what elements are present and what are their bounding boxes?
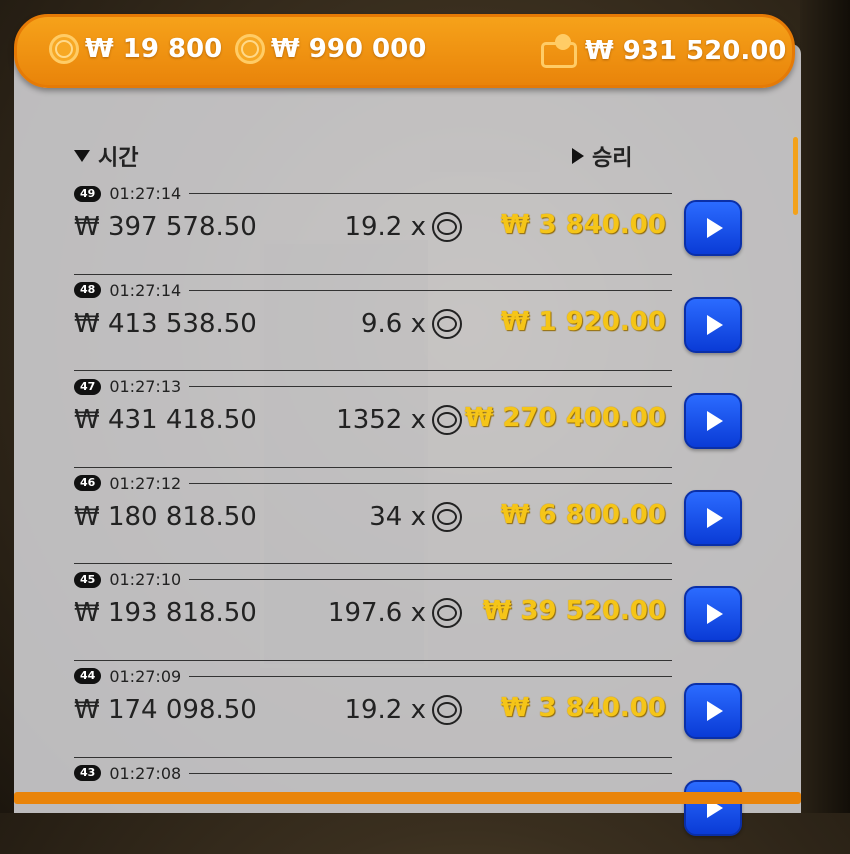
history-list: 49 01:27:14 ₩ 397 578.50 19.2 x ₩ 3 840.… — [74, 178, 754, 854]
row-time: 01:27:12 — [109, 473, 182, 493]
row-bet: ₩ 193 818.50 — [74, 598, 257, 629]
replay-button[interactable] — [684, 779, 742, 836]
row-multiplier: 19.2 x — [314, 212, 462, 242]
row-meta: 47 01:27:13 — [74, 377, 672, 396]
row-multiplier: 1352 x — [314, 405, 462, 436]
round-badge: 49 — [74, 185, 102, 202]
balance-value: ₩ 931 520.00 — [585, 36, 787, 66]
round-badge: 47 — [74, 378, 102, 395]
coin-icon — [432, 694, 462, 725]
replay-button[interactable] — [684, 489, 742, 546]
row-win: ₩ 39 520.00 — [482, 596, 666, 627]
time-header-label: 시간 — [98, 146, 139, 171]
replay-button[interactable] — [684, 682, 742, 739]
row-multiplier: 9.6 x — [314, 308, 462, 339]
round-badge: 48 — [74, 282, 102, 299]
row-bet: ₩ 431 418.50 — [74, 405, 257, 436]
row-time: 01:27:14 — [109, 280, 182, 300]
row-bet: ₩ 397 578.50 — [74, 212, 257, 242]
background-edge — [800, 0, 850, 813]
stake-value: ₩ 19 800 — [85, 34, 223, 64]
divider — [189, 482, 672, 484]
row-multiplier: 19.2 x — [314, 694, 462, 725]
row-multiplier: 197.6 x — [314, 598, 462, 629]
row-meta: 49 01:27:14 — [74, 184, 672, 203]
coin-icon — [49, 34, 79, 64]
history-row: 48 01:27:14 ₩ 413 538.50 9.6 x ₩ 1 920.0… — [74, 275, 754, 372]
row-meta: 45 01:27:10 — [74, 570, 672, 589]
round-badge: 46 — [74, 475, 102, 492]
history-row: 47 01:27:13 ₩ 431 418.50 1352 x ₩ 270 40… — [74, 371, 754, 468]
sort-right-icon — [572, 148, 584, 164]
row-time: 01:27:08 — [109, 763, 182, 783]
coin-icon — [432, 405, 462, 436]
coin-icon — [432, 598, 462, 629]
row-meta: 44 01:27:09 — [74, 667, 672, 686]
row-win: ₩ 3 840.00 — [500, 692, 666, 723]
multiplier-value: 34 x — [369, 501, 426, 532]
multiplier-value: 197.6 x — [327, 598, 426, 629]
divider — [189, 193, 672, 194]
max-win-value: ₩ 990 000 — [271, 34, 427, 64]
row-time: 01:27:14 — [109, 184, 182, 203]
row-win: ₩ 270 400.00 — [464, 403, 666, 434]
coin-icon — [432, 212, 462, 242]
history-row: 46 01:27:12 ₩ 180 818.50 34 x ₩ 6 800.00 — [74, 468, 754, 565]
panel-bottom-edge — [14, 792, 801, 804]
row-time: 01:27:10 — [109, 570, 182, 590]
wallet-icon — [541, 34, 579, 68]
history-row: 45 01:27:10 ₩ 193 818.50 197.6 x ₩ 39 52… — [74, 564, 754, 661]
replay-button[interactable] — [684, 296, 742, 353]
round-badge: 45 — [74, 571, 102, 588]
multiplier-value: 19.2 x — [344, 212, 426, 242]
round-badge: 44 — [74, 668, 102, 685]
history-row: 43 01:27:08 — [74, 758, 754, 854]
max-win-display: ₩ 990 000 — [235, 34, 426, 64]
divider — [189, 289, 672, 291]
divider — [189, 579, 672, 581]
row-bet: ₩ 174 098.50 — [74, 694, 257, 725]
scrollbar-thumb[interactable] — [793, 137, 798, 215]
row-time: 01:27:09 — [109, 666, 182, 686]
balance-bar: ₩ 19 800 ₩ 990 000 ₩ 931 520.00 — [14, 14, 795, 88]
time-sort-header[interactable]: 시간 — [74, 140, 138, 172]
row-win: ₩ 1 920.00 — [500, 306, 666, 337]
row-bet: ₩ 180 818.50 — [74, 501, 257, 532]
stake-display: ₩ 19 800 — [49, 34, 222, 64]
history-row: 49 01:27:14 ₩ 397 578.50 19.2 x ₩ 3 840.… — [74, 178, 754, 275]
row-win: ₩ 6 800.00 — [500, 499, 666, 530]
row-meta: 46 01:27:12 — [74, 474, 672, 493]
round-badge: 43 — [74, 765, 102, 782]
sort-down-icon — [74, 150, 90, 162]
divider — [189, 772, 672, 774]
multiplier-value: 9.6 x — [361, 308, 426, 339]
replay-button[interactable] — [684, 393, 742, 450]
coin-icon — [235, 34, 265, 64]
divider — [189, 675, 672, 677]
row-time: 01:27:13 — [109, 377, 182, 397]
win-sort-header[interactable]: 승리 — [572, 140, 632, 172]
coin-icon — [432, 501, 462, 532]
row-multiplier: 34 x — [314, 501, 462, 532]
divider — [189, 386, 672, 388]
balance-display: ₩ 931 520.00 — [541, 34, 786, 68]
history-row: 44 01:27:09 ₩ 174 098.50 19.2 x ₩ 3 840.… — [74, 661, 754, 758]
row-meta: 48 01:27:14 — [74, 281, 672, 300]
win-header-label: 승리 — [592, 146, 633, 171]
multiplier-value: 1352 x — [336, 405, 426, 436]
row-bet: ₩ 413 538.50 — [74, 308, 257, 339]
row-meta: 43 01:27:08 — [74, 764, 672, 783]
row-win: ₩ 3 840.00 — [500, 210, 666, 240]
multiplier-value: 19.2 x — [344, 694, 426, 725]
replay-button[interactable] — [684, 200, 742, 256]
replay-button[interactable] — [684, 586, 742, 643]
coin-icon — [432, 308, 462, 339]
